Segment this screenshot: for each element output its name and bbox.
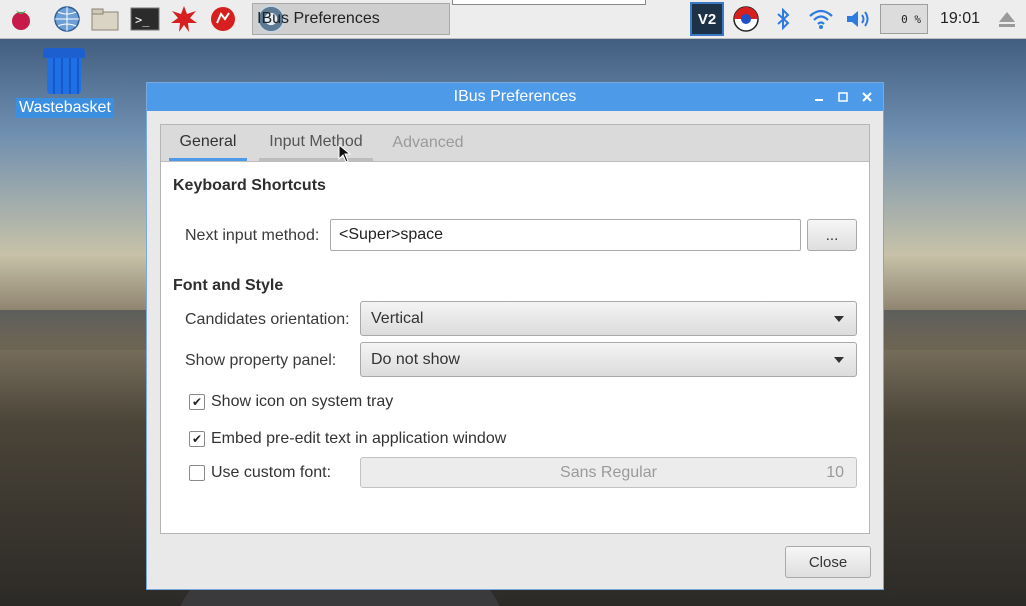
custom-font-size: 10	[826, 464, 844, 481]
custom-font-label: Use custom font:	[211, 464, 332, 481]
candidates-orientation-select[interactable]: Vertical	[360, 301, 857, 336]
volume-icon[interactable]	[844, 2, 874, 36]
checkbox-checked-icon: ✔	[189, 394, 205, 410]
taskbar: >_ IBus Preferences V2 0 % 19:01	[0, 0, 1026, 39]
ibus-tray-icon[interactable]	[730, 2, 762, 36]
show-property-panel-select[interactable]: Do not show	[360, 342, 857, 377]
task-label: IBus Preferences	[257, 10, 380, 27]
wifi-icon[interactable]	[806, 2, 836, 36]
chevron-down-icon	[834, 315, 844, 322]
file-manager-icon[interactable]	[90, 4, 120, 34]
mathematica-burst-icon[interactable]	[169, 4, 199, 34]
raspberry-menu-icon[interactable]	[6, 4, 36, 34]
custom-font-button[interactable]: Sans Regular 10	[360, 457, 857, 488]
candidates-orientation-label: Candidates orientation:	[185, 311, 350, 328]
next-input-method-label: Next input method:	[185, 227, 320, 244]
tab-general[interactable]: General	[169, 125, 247, 161]
window-title: IBus Preferences	[453, 88, 577, 105]
eject-icon[interactable]	[994, 2, 1020, 36]
embed-preedit-checkbox[interactable]: ✔ Embed pre-edit text in application win…	[189, 430, 506, 448]
custom-font-name: Sans Regular	[560, 464, 657, 481]
candidates-orientation-value: Vertical	[371, 309, 424, 327]
ibus-preferences-window: IBus Preferences General Input Method Ad…	[146, 82, 884, 590]
mouse-cursor-icon	[338, 144, 352, 163]
tab-general-label: General	[179, 132, 237, 150]
keyboard-shortcuts-heading: Keyboard Shortcuts	[173, 177, 326, 194]
show-property-panel-value: Do not show	[371, 350, 460, 368]
task-ibus-preferences[interactable]: IBus Preferences	[252, 3, 450, 35]
bluetooth-icon[interactable]	[770, 2, 796, 36]
show-icon-label: Show icon on system tray	[211, 393, 394, 410]
font-and-style-heading: Font and Style	[173, 277, 284, 294]
terminal-icon[interactable]: >_	[130, 4, 160, 34]
preferences-notebook: General Input Method Advanced Keyboard S…	[160, 124, 870, 534]
custom-font-checkbox[interactable]: Use custom font:	[189, 464, 331, 482]
vnc-tray-icon[interactable]: V2	[690, 2, 724, 36]
tab-advanced[interactable]: Advanced	[385, 125, 471, 161]
tab-advanced-label: Advanced	[392, 134, 464, 151]
chevron-down-icon	[834, 356, 844, 363]
shortcut-browse-button[interactable]: ...	[807, 219, 857, 251]
checkbox-checked-icon: ✔	[189, 431, 205, 447]
close-button[interactable]: Close	[785, 546, 871, 578]
wastebasket-label: Wastebasket	[16, 98, 114, 118]
show-property-panel-label: Show property panel:	[185, 352, 337, 369]
close-button-label: Close	[808, 553, 848, 571]
show-icon-checkbox[interactable]: ✔ Show icon on system tray	[189, 393, 393, 411]
clock[interactable]: 19:01	[936, 2, 984, 36]
next-input-method-field[interactable]: <Super>space	[330, 219, 801, 251]
close-icon[interactable]	[857, 87, 877, 107]
tab-bar: General Input Method Advanced	[161, 125, 869, 162]
wolfram-icon[interactable]	[208, 4, 238, 34]
next-input-method-value: <Super>space	[339, 226, 444, 243]
minimize-icon[interactable]	[809, 87, 829, 107]
desktop-icon-wastebasket[interactable]: Wastebasket	[16, 48, 114, 118]
checkbox-unchecked-icon	[189, 465, 205, 481]
window-titlebar[interactable]: IBus Preferences	[147, 83, 883, 111]
cpu-label: 0 %	[901, 12, 921, 26]
shortcut-browse-label: ...	[825, 226, 839, 244]
web-browser-icon[interactable]	[52, 4, 82, 34]
wastebasket-icon	[43, 48, 85, 94]
tab-input-method[interactable]: Input Method	[259, 125, 373, 161]
vnc-label: V2	[697, 10, 717, 28]
clock-label: 19:01	[939, 10, 981, 27]
svg-text:>_: >_	[135, 13, 150, 27]
maximize-icon[interactable]	[833, 87, 853, 107]
taskbar-empty-slot	[452, 0, 646, 5]
embed-preedit-label: Embed pre-edit text in application windo…	[211, 430, 507, 447]
cpu-monitor[interactable]: 0 %	[880, 4, 928, 34]
